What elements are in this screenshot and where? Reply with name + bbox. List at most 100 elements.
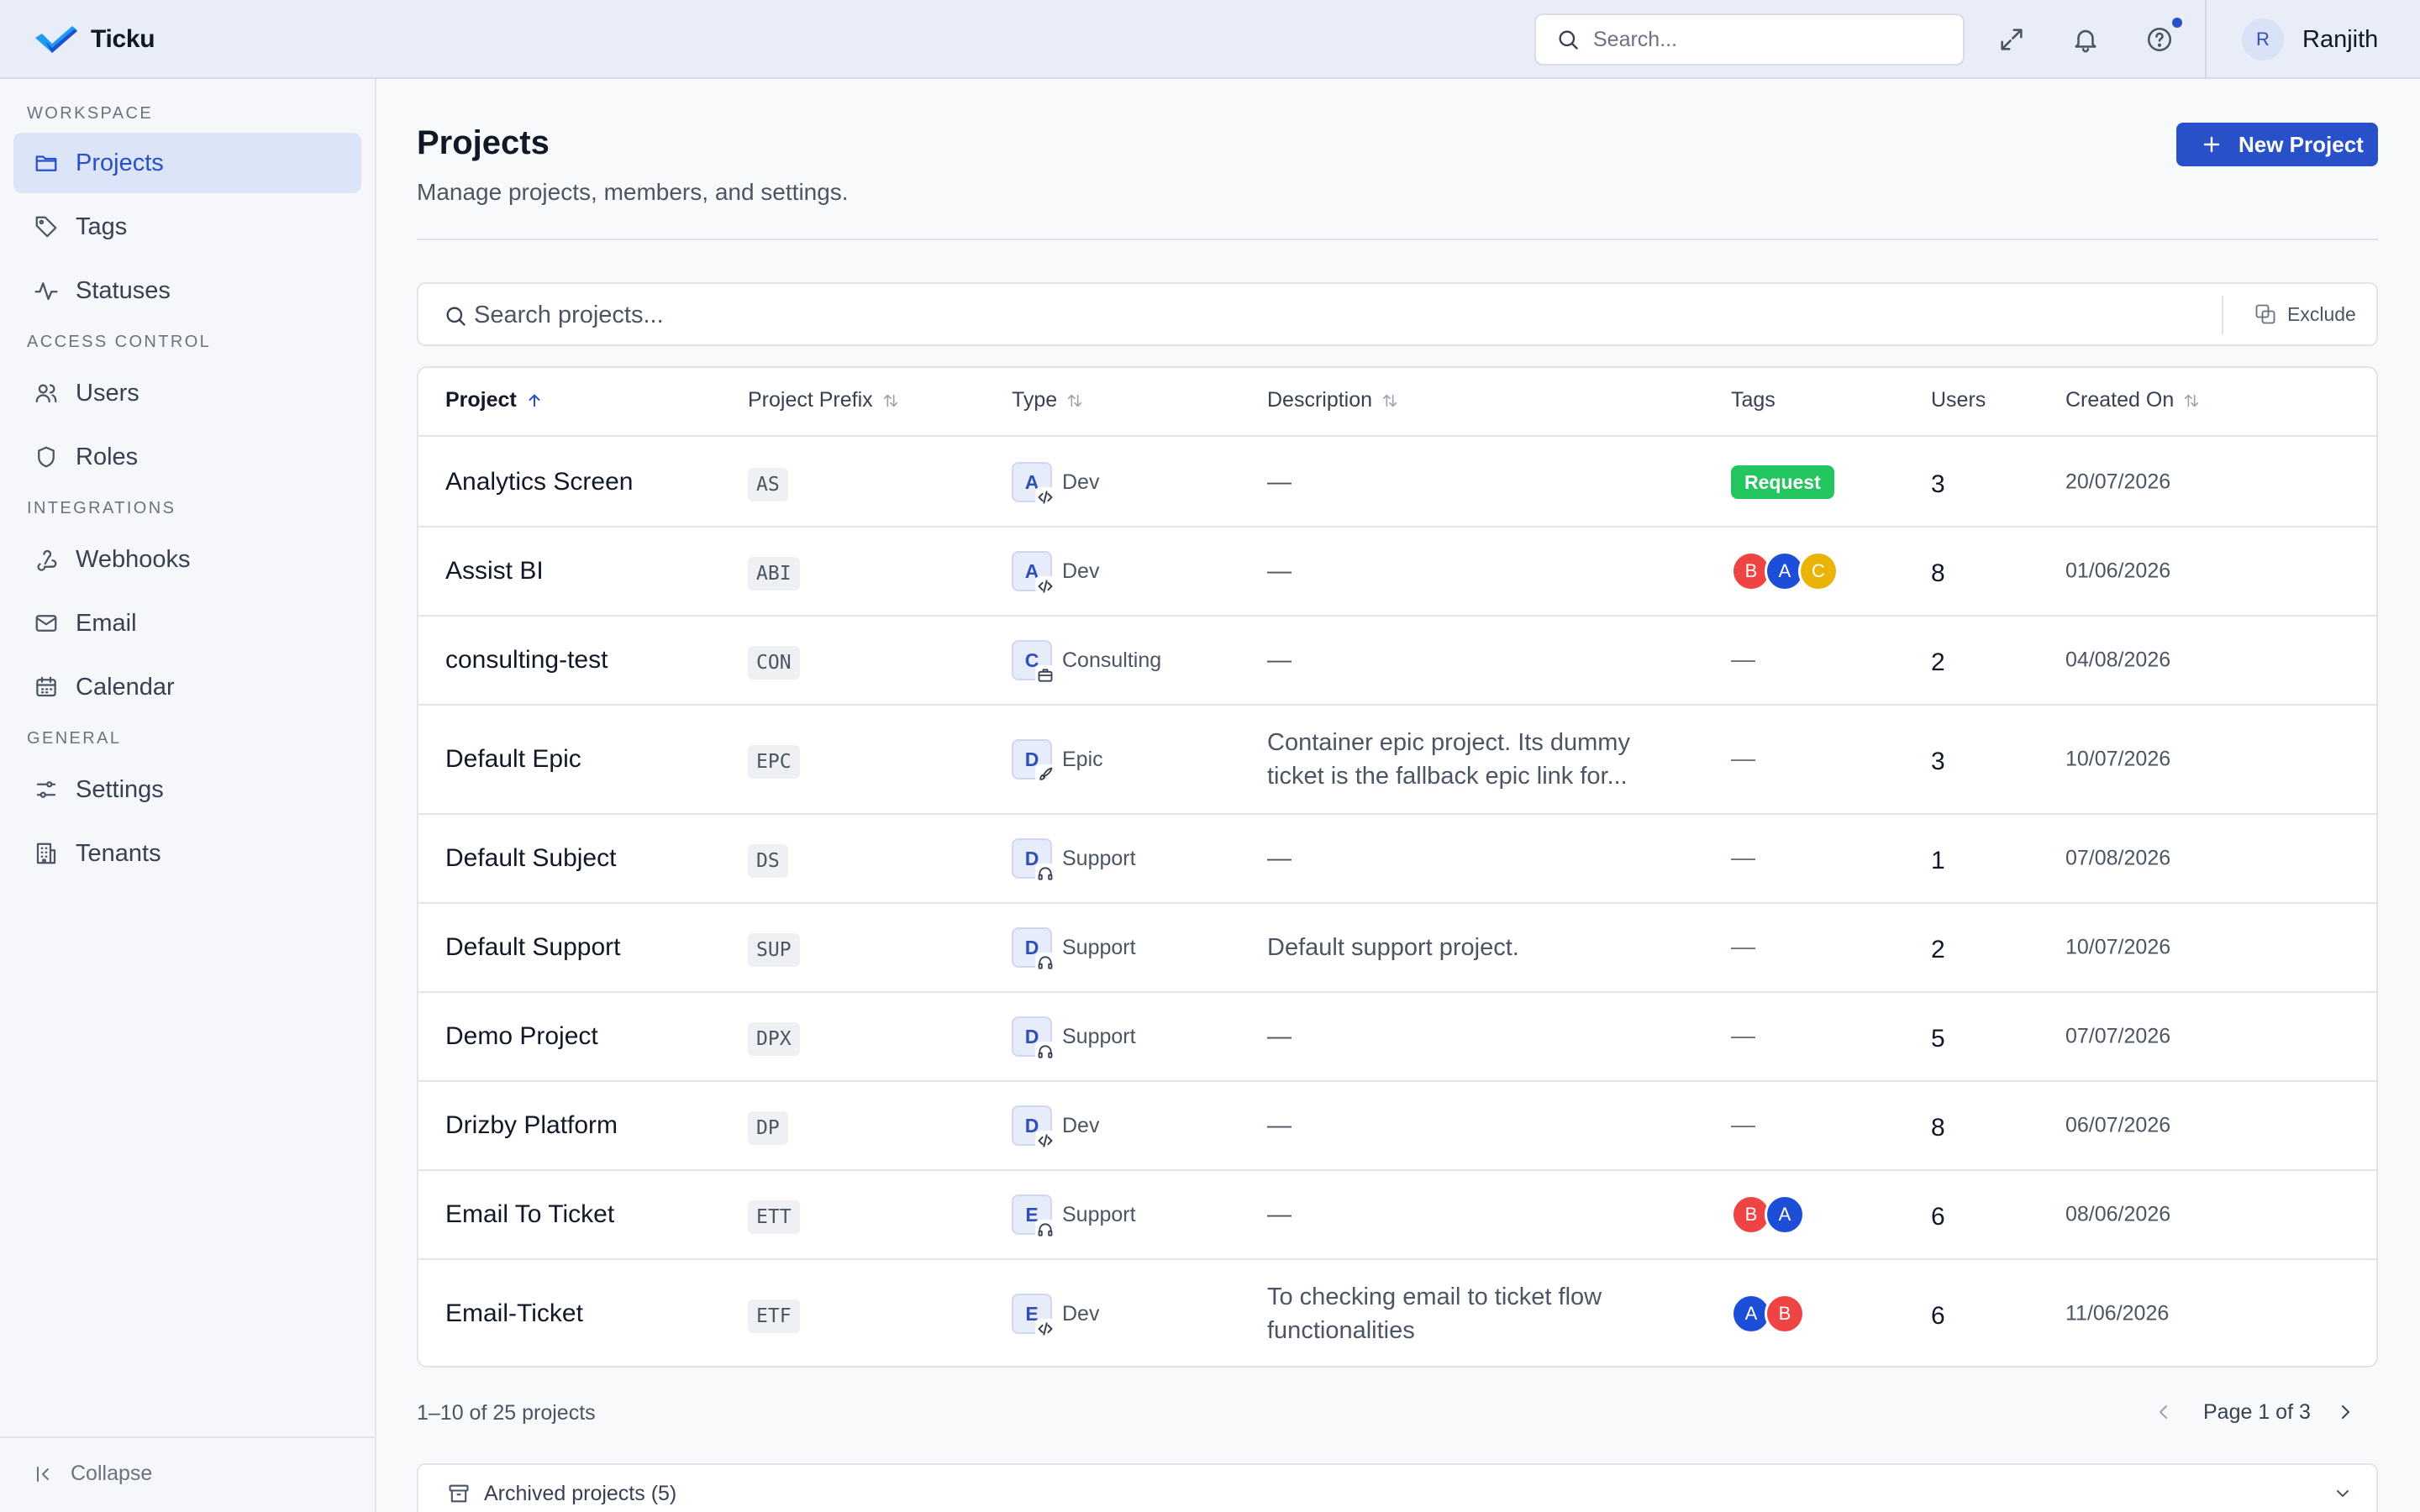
- sidebar-item-tags[interactable]: Tags: [13, 197, 361, 257]
- sidebar-item-label: Projects: [76, 149, 164, 176]
- table-row[interactable]: Email-Ticket ETF E Dev To checking email to …: [418, 1260, 2376, 1366]
- column-header-project[interactable]: Project: [445, 388, 544, 412]
- project-description: —: [1267, 845, 1292, 872]
- sidebar-item-webhooks[interactable]: Webhooks: [13, 529, 361, 590]
- project-name[interactable]: Drizby Platform: [445, 1111, 618, 1140]
- created-date: 07/08/2026: [2065, 846, 2171, 870]
- global-search-input[interactable]: [1593, 27, 1929, 52]
- project-name[interactable]: Analytics Screen: [445, 468, 633, 496]
- global-search[interactable]: [1534, 13, 1965, 66]
- next-page-button[interactable]: [2331, 1398, 2360, 1426]
- webhook-icon: [37, 549, 57, 571]
- project-name[interactable]: Default Subject: [445, 844, 616, 873]
- project-name[interactable]: Default Epic: [445, 745, 581, 774]
- sidebar-item-statuses[interactable]: Statuses: [13, 260, 361, 321]
- created-date: 04/08/2026: [2065, 648, 2171, 672]
- table-row[interactable]: consulting-test CON C Consulting — — 2 04/08/20…: [418, 617, 2376, 706]
- project-name[interactable]: Email-Ticket: [445, 1299, 583, 1328]
- user-count: 1: [1931, 847, 1945, 874]
- page-indicator: Page 1 of 3: [2203, 1399, 2311, 1424]
- rocket-icon: [1035, 764, 1055, 785]
- sidebar-item-tenants[interactable]: Tenants: [13, 823, 361, 884]
- sidebar-footer: Collapse: [0, 1436, 375, 1512]
- help-circle-icon: [2147, 27, 2172, 52]
- created-date: 10/07/2026: [2065, 747, 2171, 771]
- collapse-label: Collapse: [71, 1462, 153, 1485]
- sidebar-item-roles[interactable]: Roles: [13, 427, 361, 487]
- headset-icon: [1035, 1042, 1055, 1062]
- project-type: D Support: [1012, 838, 1136, 884]
- user-count: 6: [1931, 1203, 1945, 1231]
- chevron-down-icon: [2337, 1490, 2349, 1497]
- project-name[interactable]: consulting-test: [445, 646, 608, 675]
- table-row[interactable]: Default Subject DS D Support — — 1 07/08/2026: [418, 815, 2376, 904]
- project-type: E Dev: [1012, 1294, 1099, 1339]
- headset-icon: [1035, 953, 1055, 973]
- notifications-button[interactable]: [2069, 23, 2102, 56]
- app-logo[interactable]: Ticku: [34, 23, 155, 56]
- project-search-input[interactable]: [474, 299, 2070, 331]
- type-label: Epic: [1062, 747, 1103, 771]
- table-row[interactable]: Demo Project DPX D Support — — 5 07/07/2026: [418, 993, 2376, 1082]
- sidebar-item-label: Webhooks: [76, 545, 191, 573]
- project-name[interactable]: Assist BI: [445, 557, 544, 585]
- sidebar-item-label: Settings: [76, 775, 164, 803]
- column-label: Users: [1931, 388, 1986, 412]
- project-description: Default support project.: [1267, 934, 1519, 961]
- member-avatar: A: [1765, 1194, 1805, 1235]
- table-row[interactable]: Default Support SUP D Support Default suppor…: [418, 904, 2376, 993]
- user-count: 8: [1931, 559, 1945, 587]
- tag-icon: [35, 216, 57, 238]
- project-description: —: [1267, 1023, 1292, 1050]
- table-row[interactable]: Analytics Screen AS A Dev — Request 3 20/07/202…: [418, 438, 2376, 528]
- project-description: —: [1267, 469, 1292, 496]
- new-project-button[interactable]: New Project: [2176, 123, 2378, 166]
- user-menu[interactable]: R Ranjith: [2242, 18, 2378, 60]
- project-tags: Request: [1731, 465, 1834, 499]
- sidebar-item-email[interactable]: Email: [13, 593, 361, 654]
- project-type: D Support: [1012, 927, 1136, 973]
- exclude-icon: [2255, 304, 2275, 324]
- project-name[interactable]: Default Support: [445, 933, 620, 962]
- column-header-created-on[interactable]: Created On: [2065, 388, 2201, 412]
- archived-projects-label: Archived projects (5): [484, 1482, 677, 1505]
- page-subtitle: Manage projects, members, and settings.: [417, 179, 849, 205]
- column-header-description[interactable]: Description: [1267, 388, 1399, 412]
- project-prefix: DP: [748, 1111, 788, 1145]
- code-icon: [1035, 487, 1055, 507]
- section-label-workspace: WORKSPACE: [27, 104, 154, 123]
- sidebar-item-users[interactable]: Users: [13, 363, 361, 423]
- table-row[interactable]: Default Epic EPC D Epic Container epic proje…: [418, 706, 2376, 815]
- project-name[interactable]: Demo Project: [445, 1022, 598, 1051]
- project-name[interactable]: Email To Ticket: [445, 1200, 614, 1229]
- sidebar-item-settings[interactable]: Settings: [13, 759, 361, 820]
- tags-empty: —: [1731, 1111, 1755, 1139]
- mail-icon: [35, 615, 57, 632]
- fullscreen-button[interactable]: [1995, 23, 2028, 56]
- activity-icon: [34, 282, 58, 301]
- projects-table: Project Project Prefix Type Description …: [417, 366, 2378, 1368]
- help-button[interactable]: [2143, 23, 2176, 56]
- collapse-sidebar-button[interactable]: Collapse: [34, 1462, 152, 1486]
- column-header-project-prefix[interactable]: Project Prefix: [748, 388, 900, 412]
- table-row[interactable]: Email To Ticket ETT E Support — B A 6 08/06/2026: [418, 1171, 2376, 1260]
- table-row[interactable]: Drizby Platform DP D Dev — — 8 06/07/2026: [418, 1082, 2376, 1171]
- sort-icon: [883, 394, 897, 407]
- column-label: Project Prefix: [748, 388, 873, 412]
- code-icon: [1035, 576, 1055, 596]
- project-tags: BAC: [1731, 551, 1839, 591]
- column-header-type[interactable]: Type: [1012, 388, 1084, 412]
- sidebar-item-calendar[interactable]: Calendar: [13, 657, 361, 717]
- prev-page-button[interactable]: [2149, 1398, 2178, 1426]
- sidebar-item-label: Tenants: [76, 839, 161, 867]
- sidebar-item-projects[interactable]: Projects: [13, 133, 361, 193]
- sidebar-item-label: Email: [76, 609, 137, 637]
- users-icon: [35, 384, 57, 403]
- search-icon: [1559, 30, 1578, 50]
- shield-icon: [38, 446, 55, 468]
- user-count: 3: [1931, 748, 1945, 775]
- exclude-toggle[interactable]: Exclude: [2254, 302, 2356, 326]
- project-tags: —: [1731, 746, 1755, 774]
- table-row[interactable]: Assist BI ABI A Dev — B A C 8 01/06/2026: [418, 528, 2376, 617]
- archived-projects-toggle[interactable]: Archived projects (5): [417, 1463, 2378, 1512]
